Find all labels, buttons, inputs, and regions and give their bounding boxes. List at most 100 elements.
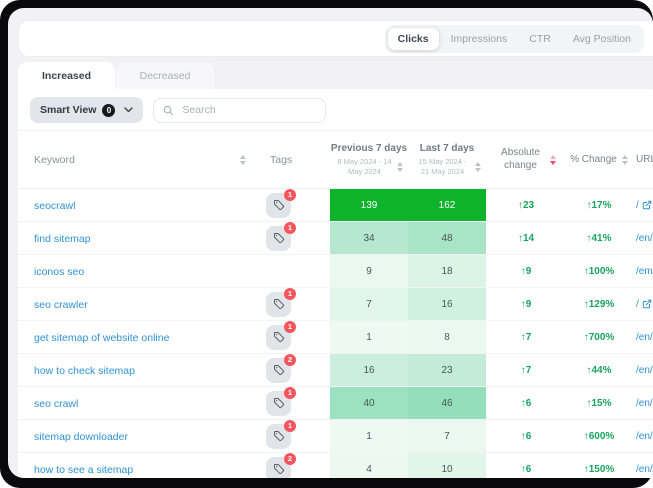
tag-icon	[273, 430, 285, 442]
tag-count-badge: 2	[284, 453, 296, 465]
tag-count-badge: 2	[284, 354, 296, 366]
sort-icon-percent-change[interactable]	[622, 155, 628, 165]
prev-clicks-cell: 9	[330, 255, 408, 287]
url-link[interactable]: /en/	[636, 398, 653, 409]
last-date-range: 15 May 2024 - 21 May 2024	[414, 157, 472, 177]
keyword-link[interactable]: sitemap downloader	[18, 431, 128, 443]
url-link[interactable]: /	[636, 299, 639, 310]
tag-button[interactable]: 1	[266, 292, 291, 317]
sort-icon-last[interactable]	[475, 162, 481, 172]
absolute-change-value: ↑6	[486, 398, 566, 409]
percent-change-value: ↑150%	[566, 464, 632, 475]
absolute-change-value: ↑7	[486, 332, 566, 343]
table-row: seocrawl 1 139 162 ↑23 ↑17% /	[18, 189, 653, 222]
tag-count-badge: 1	[284, 189, 296, 201]
prev-clicks-cell: 1	[330, 321, 408, 353]
tag-button[interactable]: 1	[266, 424, 291, 449]
tag-count-badge: 1	[284, 387, 296, 399]
url-link[interactable]: /en/	[636, 431, 653, 442]
smart-view-label: Smart View	[40, 104, 96, 116]
sort-icon-previous[interactable]	[397, 162, 403, 172]
table-row: seo crawl 1 40 46 ↑6 ↑15% /en/	[18, 387, 653, 420]
url-link[interactable]: /en/	[636, 233, 653, 244]
absolute-change-value: ↑9	[486, 266, 566, 277]
prev-clicks-cell: 40	[330, 387, 408, 419]
trend-tabs: Increased Decreased	[18, 62, 214, 89]
tab-increased[interactable]: Increased	[18, 62, 115, 89]
column-header-tags: Tags	[270, 154, 292, 166]
controls-row: Smart View 0	[18, 89, 653, 123]
tab-decreased[interactable]: Decreased	[116, 62, 214, 89]
metric-tab-avg-position[interactable]: Avg Position	[563, 28, 641, 50]
url-link[interactable]: /en/	[636, 365, 653, 376]
keyword-link[interactable]: seo crawl	[18, 398, 78, 410]
metric-tab-clicks[interactable]: Clicks	[388, 28, 439, 50]
url-link[interactable]: /	[636, 200, 639, 211]
keyword-link[interactable]: seocrawl	[18, 200, 75, 212]
metric-tabs: ClicksImpressionsCTRAvg Position	[385, 25, 644, 53]
prev-clicks-cell: 16	[330, 354, 408, 386]
table-header: Keyword Tags Previous 7 days 8 May 2024 …	[18, 130, 653, 189]
absolute-change-value: ↑6	[486, 431, 566, 442]
absolute-change-value: ↑7	[486, 365, 566, 376]
last-clicks-cell: 18	[408, 255, 486, 287]
tag-button[interactable]: 1	[266, 226, 291, 251]
column-header-previous: Previous 7 days	[331, 143, 407, 154]
table-row: iconos seo 9 18 ↑9 ↑100% /em/	[18, 255, 653, 288]
tag-count-badge: 1	[284, 420, 296, 432]
percent-change-value: ↑44%	[566, 365, 632, 376]
tag-icon	[273, 298, 285, 310]
percent-change-value: ↑700%	[566, 332, 632, 343]
column-header-url: URL	[636, 154, 653, 165]
tag-icon	[273, 463, 285, 475]
search-icon	[163, 105, 174, 116]
search-input[interactable]	[180, 103, 325, 117]
keyword-link[interactable]: find sitemap	[18, 233, 91, 245]
smart-view-button[interactable]: Smart View 0	[30, 97, 143, 123]
smart-view-count-badge: 0	[102, 104, 115, 117]
chevron-down-icon	[124, 107, 133, 113]
table-row: how to see a sitemap 2 4 10 ↑6 ↑150% /en…	[18, 453, 653, 478]
tag-button[interactable]: 2	[266, 358, 291, 383]
tag-button[interactable]: 1	[266, 325, 291, 350]
external-link-icon[interactable]	[642, 200, 652, 210]
page: ClicksImpressionsCTRAvg Position Increas…	[8, 8, 653, 478]
last-clicks-cell: 23	[408, 354, 486, 386]
last-clicks-cell: 8	[408, 321, 486, 353]
prev-clicks-cell: 7	[330, 288, 408, 320]
table-row: seo crawler 1 7 16 ↑9 ↑129% /	[18, 288, 653, 321]
keyword-link[interactable]: seo crawler	[18, 299, 88, 311]
sort-icon-absolute-change[interactable]	[550, 155, 556, 165]
table-row: get sitemap of website online 1 1 8 ↑7 ↑…	[18, 321, 653, 354]
tag-icon	[273, 199, 285, 211]
url-link[interactable]: /em/	[636, 266, 653, 277]
column-header-keyword: Keyword	[34, 154, 75, 166]
percent-change-value: ↑600%	[566, 431, 632, 442]
tag-button[interactable]: 1	[266, 193, 291, 218]
absolute-change-value: ↑6	[486, 464, 566, 475]
prev-clicks-cell: 34	[330, 222, 408, 254]
url-link[interactable]: /en/	[636, 332, 653, 343]
search-box[interactable]	[153, 98, 326, 123]
url-link[interactable]: /en/	[636, 464, 653, 475]
absolute-change-value: ↑14	[486, 233, 566, 244]
keyword-link[interactable]: how to see a sitemap	[18, 464, 133, 476]
sort-icon-keyword[interactable]	[240, 155, 246, 165]
prev-clicks-cell: 139	[330, 189, 408, 221]
tag-button[interactable]: 1	[266, 391, 291, 416]
last-clicks-cell: 46	[408, 387, 486, 419]
tag-count-badge: 1	[284, 222, 296, 234]
external-link-icon[interactable]	[642, 299, 652, 309]
absolute-change-value: ↑23	[486, 200, 566, 211]
metric-tab-impressions[interactable]: Impressions	[441, 28, 518, 50]
percent-change-value: ↑100%	[566, 266, 632, 277]
keyword-link[interactable]: iconos seo	[18, 266, 84, 278]
table-row: sitemap downloader 1 1 7 ↑6 ↑600% /en/	[18, 420, 653, 453]
last-clicks-cell: 48	[408, 222, 486, 254]
keyword-link[interactable]: get sitemap of website online	[18, 332, 169, 344]
tag-button[interactable]: 2	[266, 457, 291, 479]
metric-tab-ctr[interactable]: CTR	[519, 28, 561, 50]
tag-icon	[273, 331, 285, 343]
keyword-link[interactable]: how to check sitemap	[18, 365, 135, 377]
percent-change-value: ↑129%	[566, 299, 632, 310]
